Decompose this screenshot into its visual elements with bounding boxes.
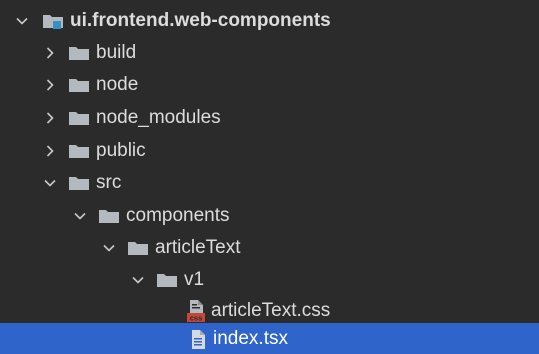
chevron-right-icon[interactable] <box>40 141 60 161</box>
text-file-icon <box>189 327 207 351</box>
tree-row-node[interactable]: node <box>0 68 539 101</box>
tree-label: public <box>96 139 146 161</box>
project-tree: ui.frontend.web-components build node no… <box>0 0 539 354</box>
folder-icon <box>68 44 90 62</box>
tree-row-node-modules[interactable]: node_modules <box>0 101 539 134</box>
folder-icon <box>156 271 178 289</box>
tree-row-articletext[interactable]: articleText <box>0 231 539 264</box>
folder-icon <box>68 142 90 160</box>
chevron-down-icon[interactable] <box>40 173 60 193</box>
tree-label: node <box>96 73 139 95</box>
tree-label: index.tsx <box>213 327 288 349</box>
folder-icon <box>68 109 90 127</box>
tree-label: src <box>96 171 122 193</box>
tree-label: articleText.css <box>211 299 331 321</box>
tree-row-public[interactable]: public <box>0 134 539 167</box>
tree-row-index-tsx[interactable]: index.tsx <box>0 323 539 354</box>
folder-icon <box>127 239 149 257</box>
folder-icon <box>68 174 90 192</box>
tree-label: articleText <box>155 236 241 258</box>
tree-row-root[interactable]: ui.frontend.web-components <box>0 4 539 37</box>
chevron-right-icon[interactable] <box>40 43 60 63</box>
chevron-right-icon[interactable] <box>40 108 60 128</box>
svg-text:css: css <box>190 313 203 322</box>
tree-label: v1 <box>184 268 205 290</box>
chevron-down-icon[interactable] <box>128 270 148 290</box>
chevron-right-icon[interactable] <box>40 75 60 95</box>
folder-icon <box>98 207 120 225</box>
tree-row-v1[interactable]: v1 <box>0 263 539 296</box>
tree-label: build <box>96 41 137 63</box>
folder-icon <box>68 76 90 94</box>
tree-row-src[interactable]: src <box>0 166 539 199</box>
module-folder-icon <box>42 12 64 30</box>
tree-label: components <box>126 204 230 226</box>
tree-row-build[interactable]: build <box>0 36 539 69</box>
chevron-down-icon[interactable] <box>12 11 32 31</box>
chevron-down-icon[interactable] <box>99 238 119 258</box>
chevron-down-icon[interactable] <box>70 206 90 226</box>
tree-row-components[interactable]: components <box>0 199 539 232</box>
css-file-icon: css <box>187 299 205 323</box>
tree-label-root: ui.frontend.web-components <box>70 9 331 31</box>
tree-label: node_modules <box>96 106 221 128</box>
